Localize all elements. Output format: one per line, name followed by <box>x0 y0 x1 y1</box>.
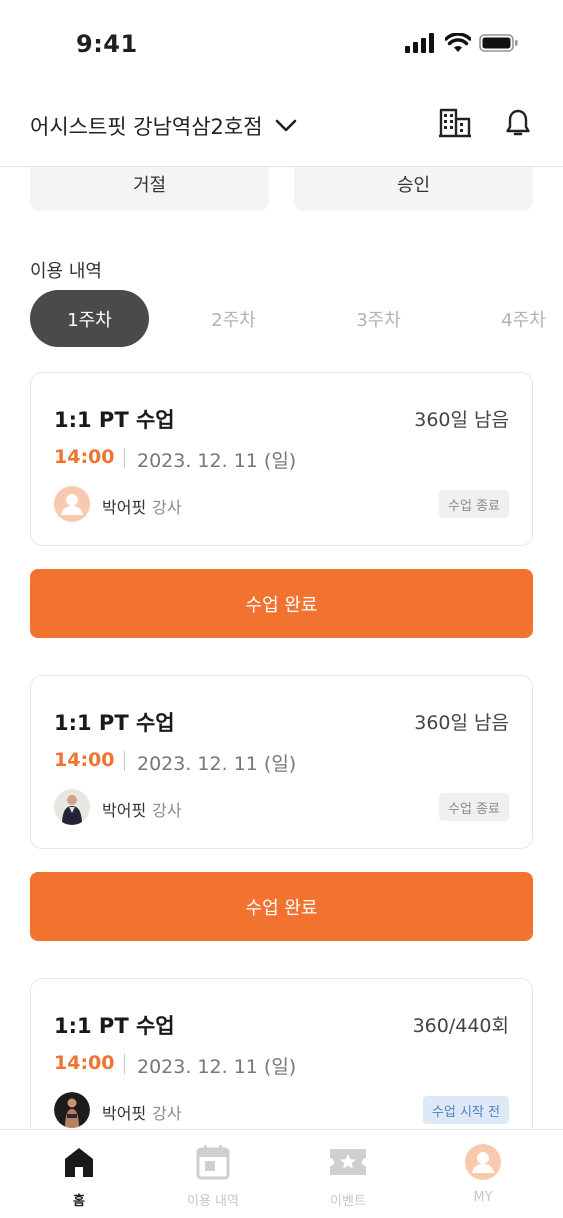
approve-button[interactable]: 승인 <box>294 167 533 211</box>
reject-button[interactable]: 거절 <box>30 167 269 211</box>
branch-name: 어시스트핏 강남역삼2호점 <box>30 115 263 139</box>
tab-label: 이벤트 <box>330 1194 366 1209</box>
tab-week-2[interactable]: 2주차 <box>174 290 293 347</box>
tab-home[interactable]: 홈 <box>29 1144 129 1209</box>
bell-icon[interactable] <box>505 108 531 138</box>
calendar-icon <box>196 1145 230 1180</box>
class-title: 1:1 PT 수업 <box>54 1014 175 1038</box>
class-time: 14:00 <box>54 749 115 771</box>
class-title: 1:1 PT 수업 <box>54 711 175 735</box>
top-header: 어시스트핏 강남역삼2호점 <box>0 90 563 167</box>
trainer-role: 강사 <box>152 498 182 517</box>
tab-label: 이용 내역 <box>187 1194 239 1209</box>
trainer-role: 강사 <box>152 1104 182 1123</box>
remaining-count: 360/440회 <box>412 1015 509 1037</box>
class-card[interactable]: 1:1 PT 수업 360/440회 14:00 2023. 12. 11 (일… <box>30 978 533 1129</box>
remaining-count: 360일 남음 <box>414 712 509 734</box>
complete-class-button[interactable]: 수업 완료 <box>30 872 533 941</box>
trainer-info: 박어핏 강사 <box>102 797 182 821</box>
status-badge: 수업 종료 <box>439 793 509 821</box>
remaining-count: 360일 남음 <box>414 409 509 431</box>
content-scroll-area[interactable]: 거절 승인 이용 내역 1주차 2주차 3주차 4주차 1:1 PT 수업 36… <box>0 167 563 1129</box>
trainer-role: 강사 <box>152 801 182 820</box>
tab-usage-history[interactable]: 이용 내역 <box>163 1144 263 1209</box>
class-title: 1:1 PT 수업 <box>54 408 175 432</box>
divider <box>124 448 125 468</box>
avatar <box>54 1092 90 1128</box>
ticket-star-icon <box>330 1149 366 1175</box>
status-badge: 수업 시작 전 <box>422 1096 509 1124</box>
battery-icon <box>479 34 518 52</box>
status-badge: 수업 종료 <box>439 490 509 518</box>
header-actions <box>439 108 531 138</box>
tab-label: 홈 <box>73 1194 85 1209</box>
tab-events[interactable]: 이벤트 <box>298 1144 398 1209</box>
trainer-name: 박어핏 <box>102 801 147 820</box>
branch-selector[interactable]: 어시스트핏 강남역삼2호점 <box>30 111 297 141</box>
status-icons <box>405 33 519 53</box>
class-card[interactable]: 1:1 PT 수업 360일 남음 14:00 2023. 12. 11 (일)… <box>30 675 533 849</box>
class-card[interactable]: 1:1 PT 수업 360일 남음 14:00 2023. 12. 11 (일)… <box>30 372 533 546</box>
home-icon <box>65 1148 93 1177</box>
cellular-signal-icon <box>405 33 434 53</box>
status-time: 9:41 <box>76 30 138 58</box>
class-time: 14:00 <box>54 446 115 468</box>
bottom-tab-bar: 홈 이용 내역 이벤트 MY <box>0 1129 563 1218</box>
avatar <box>54 486 90 522</box>
trainer-info: 박어핏 강사 <box>102 1100 182 1124</box>
tab-my[interactable]: MY <box>433 1144 533 1205</box>
divider <box>124 751 125 771</box>
divider <box>124 1054 125 1074</box>
trainer-photo-icon <box>54 1092 90 1128</box>
chevron-down-icon <box>275 119 296 132</box>
default-avatar-icon <box>54 486 90 522</box>
class-date: 2023. 12. 11 (일) <box>137 1056 297 1078</box>
tab-week-4[interactable]: 4주차 <box>464 290 563 347</box>
building-icon[interactable] <box>439 108 471 138</box>
status-bar: 9:41 <box>0 0 563 90</box>
usage-section-title: 이용 내역 <box>30 261 102 282</box>
complete-class-button[interactable]: 수업 완료 <box>30 569 533 638</box>
class-date: 2023. 12. 11 (일) <box>137 450 297 472</box>
trainer-info: 박어핏 강사 <box>102 494 182 518</box>
week-tabs: 1주차 2주차 3주차 4주차 <box>30 290 563 347</box>
tab-label: MY <box>473 1190 493 1205</box>
class-date: 2023. 12. 11 (일) <box>137 753 297 775</box>
trainer-photo-icon <box>54 789 90 825</box>
trainer-name: 박어핏 <box>102 1104 147 1123</box>
avatar <box>54 789 90 825</box>
tab-week-3[interactable]: 3주차 <box>319 290 438 347</box>
wifi-icon <box>445 33 471 52</box>
class-time: 14:00 <box>54 1052 115 1074</box>
profile-icon <box>465 1144 501 1180</box>
trainer-name: 박어핏 <box>102 498 147 517</box>
tab-week-1[interactable]: 1주차 <box>30 290 149 347</box>
